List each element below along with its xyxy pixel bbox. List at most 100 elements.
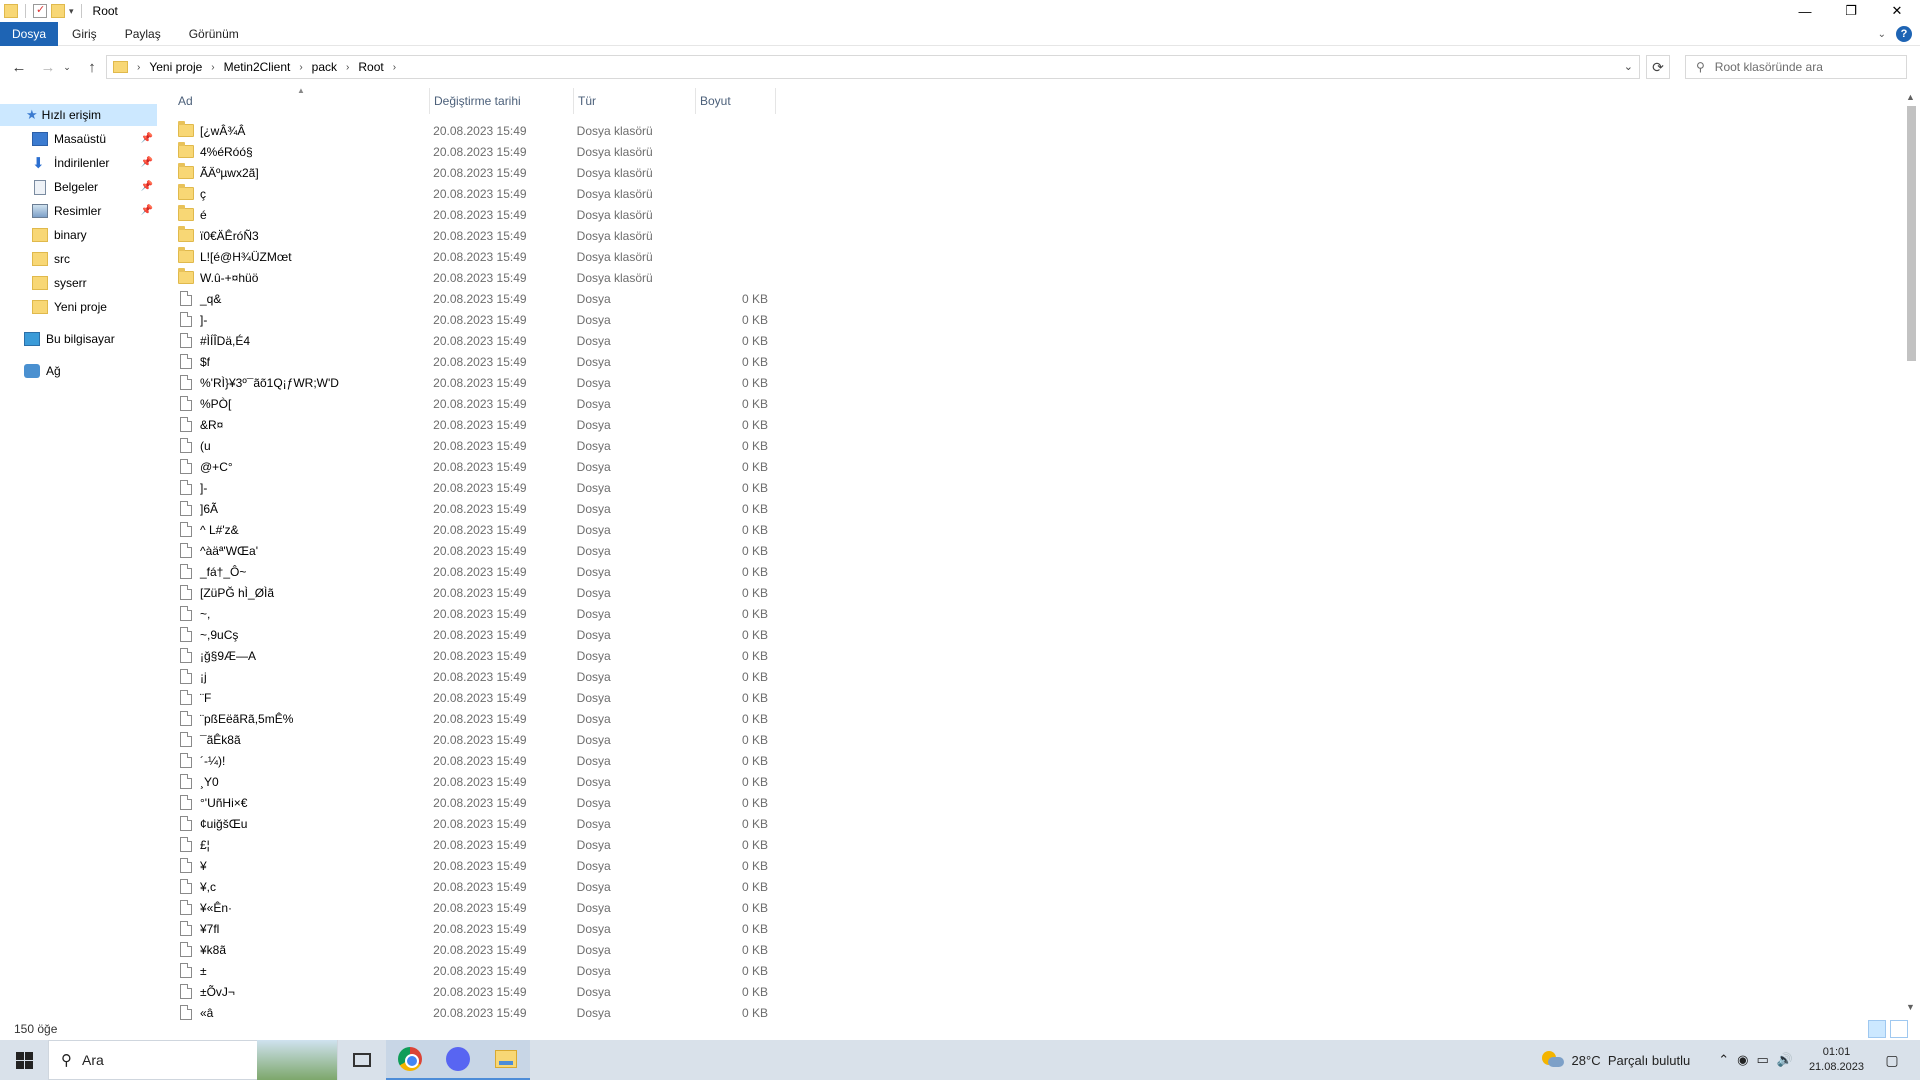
chevron-right-icon[interactable]: › xyxy=(393,62,396,73)
file-row[interactable]: ^ L#'z& 20.08.2023 15:49 Dosya 0 KB xyxy=(174,519,774,540)
tab-file[interactable]: Dosya xyxy=(0,21,59,46)
file-row[interactable]: ¥k8ã 20.08.2023 15:49 Dosya 0 KB xyxy=(174,939,774,960)
notification-center-icon[interactable]: ▢ xyxy=(1878,1052,1906,1069)
file-row[interactable]: (u 20.08.2023 15:49 Dosya 0 KB xyxy=(174,435,774,456)
column-type[interactable]: Tür xyxy=(574,88,696,114)
chevron-right-icon[interactable]: › xyxy=(211,62,214,73)
file-row[interactable]: ´-¼)! 20.08.2023 15:49 Dosya 0 KB xyxy=(174,750,774,771)
large-icons-view-button[interactable] xyxy=(1890,1020,1908,1038)
network-icon[interactable]: ▭ xyxy=(1756,1052,1768,1068)
weather-text[interactable]: 28°C Parçalı bulutlu xyxy=(1572,1053,1691,1068)
file-row[interactable]: ¥7fl 20.08.2023 15:49 Dosya 0 KB xyxy=(174,918,774,939)
tab-view[interactable]: Görünüm xyxy=(175,22,253,46)
tab-home[interactable]: Giriş xyxy=(58,22,111,46)
file-row[interactable]: ¨F 20.08.2023 15:49 Dosya 0 KB xyxy=(174,687,774,708)
file-row[interactable]: ±ÕvJ¬ 20.08.2023 15:49 Dosya 0 KB xyxy=(174,981,774,1002)
folder-row[interactable]: ï0€ÄÊróÑ3 20.08.2023 15:49 Dosya klasörü xyxy=(174,225,774,246)
restore-button[interactable]: ❐ xyxy=(1828,0,1874,22)
file-row[interactable]: [ZüPĞ hÌ_ØÌã 20.08.2023 15:49 Dosya 0 KB xyxy=(174,582,774,603)
expand-ribbon-icon[interactable]: ⌄ xyxy=(1878,29,1886,40)
folder-row[interactable]: 4%éRóó§ 20.08.2023 15:49 Dosya klasörü xyxy=(174,141,774,162)
file-row[interactable]: ]6Ã 20.08.2023 15:49 Dosya 0 KB xyxy=(174,498,774,519)
file-row[interactable]: ]- 20.08.2023 15:49 Dosya 0 KB xyxy=(174,309,774,330)
file-row[interactable]: _fá†_Ô~ 20.08.2023 15:49 Dosya 0 KB xyxy=(174,561,774,582)
customize-toolbar-icon[interactable]: ▾ xyxy=(69,6,74,17)
sidebar-item-desktop[interactable]: Masaüstü 📌 xyxy=(0,128,157,150)
file-row[interactable]: %PÒ[20.08.2023 15:49 Dosya 0 KB xyxy=(174,393,774,414)
file-row[interactable]: ¥,c 20.08.2023 15:49 Dosya 0 KB xyxy=(174,876,774,897)
file-row[interactable]: ~, 20.08.2023 15:49 Dosya 0 KB xyxy=(174,603,774,624)
folder-row[interactable]: ÃÄºµwx2ã] 20.08.2023 15:49 Dosya klasörü xyxy=(174,162,774,183)
help-icon[interactable]: ? xyxy=(1896,26,1912,42)
sidebar-item-network[interactable]: Ağ xyxy=(0,360,157,382)
address-bar[interactable]: › Yeni proje › Metin2Client › pack › Roo… xyxy=(106,55,1640,79)
sidebar-item-downloads[interactable]: ⬇ İndirilenler 📌 xyxy=(0,152,157,174)
folder-row[interactable]: ç 20.08.2023 15:49 Dosya klasörü xyxy=(174,183,774,204)
file-row[interactable]: £¦ 20.08.2023 15:49 Dosya 0 KB xyxy=(174,834,774,855)
weather-icon[interactable] xyxy=(1541,1051,1564,1069)
folder-row[interactable]: é 20.08.2023 15:49 Dosya klasörü xyxy=(174,204,774,225)
volume-icon[interactable]: 🔊 xyxy=(1777,1052,1793,1068)
sidebar-item-binary[interactable]: binary xyxy=(0,224,157,246)
webcam-icon[interactable]: ◉ xyxy=(1737,1052,1748,1068)
sidebar-item-yeni-proje[interactable]: Yeni proje xyxy=(0,296,157,318)
file-row[interactable]: ¡ğ§9Æ—A 20.08.2023 15:49 Dosya 0 KB xyxy=(174,645,774,666)
scroll-thumb[interactable] xyxy=(1907,106,1916,361)
file-row[interactable]: °'UñHi×€ 20.08.2023 15:49 Dosya 0 KB xyxy=(174,792,774,813)
clock[interactable]: 01:01 21.08.2023 xyxy=(1809,1045,1864,1075)
column-date[interactable]: Değiştirme tarihi xyxy=(430,88,574,114)
column-size[interactable]: Boyut xyxy=(696,88,776,114)
file-row[interactable]: ¡j 20.08.2023 15:49 Dosya 0 KB xyxy=(174,666,774,687)
breadcrumb-item[interactable]: Root xyxy=(358,60,383,74)
sidebar-item-pictures[interactable]: Resimler 📌 xyxy=(0,200,157,222)
file-row[interactable]: ¸Y0 20.08.2023 15:49 Dosya 0 KB xyxy=(174,771,774,792)
file-row[interactable]: $f 20.08.2023 15:49 Dosya 0 KB xyxy=(174,351,774,372)
folder-row[interactable]: [¿wÂ¾Â 20.08.2023 15:49 Dosya klasörü xyxy=(174,120,774,141)
file-row[interactable]: ¨pßEëãRã,5mÊ% 20.08.2023 15:49 Dosya 0 KB xyxy=(174,708,774,729)
breadcrumb-item[interactable]: pack xyxy=(312,60,337,74)
show-hidden-icons-icon[interactable]: ⌃ xyxy=(1718,1052,1729,1068)
details-view-button[interactable] xyxy=(1868,1020,1886,1038)
properties-icon[interactable]: ✓ xyxy=(33,4,47,18)
sidebar-item-this-pc[interactable]: Bu bilgisayar xyxy=(0,328,157,350)
chevron-right-icon[interactable]: › xyxy=(299,62,302,73)
sidebar-item-quick-access[interactable]: ★ Hızlı erişim xyxy=(0,104,157,126)
folder-row[interactable]: W.û-+¤hüö 20.08.2023 15:49 Dosya klasörü xyxy=(174,267,774,288)
address-dropdown-icon[interactable]: ⌄ xyxy=(1624,60,1633,73)
file-row[interactable]: #ÌÍÎDä,É4 20.08.2023 15:49 Dosya 0 KB xyxy=(174,330,774,351)
taskbar-discord[interactable] xyxy=(434,1040,482,1080)
start-button[interactable] xyxy=(0,1040,48,1080)
taskbar-chrome[interactable] xyxy=(386,1040,434,1080)
refresh-button[interactable]: ⟳ xyxy=(1646,55,1670,79)
vertical-scrollbar[interactable]: ▲ ▼ xyxy=(1903,88,1920,1018)
sidebar-item-syserr[interactable]: syserr xyxy=(0,272,157,294)
task-view-button[interactable] xyxy=(338,1040,386,1080)
tab-share[interactable]: Paylaş xyxy=(111,22,175,46)
file-row[interactable]: &R¤ 20.08.2023 15:49 Dosya 0 KB xyxy=(174,414,774,435)
file-row[interactable]: %'RÌ}¥3º¯ãõ1Q¡ƒWR;W'D 20.08.2023 15:49 Dos… xyxy=(174,372,774,393)
search-input[interactable]: ⚲ Root klasöründe ara xyxy=(1685,55,1907,79)
file-row[interactable]: ¯ãÊk8ã 20.08.2023 15:49 Dosya 0 KB xyxy=(174,729,774,750)
file-row[interactable]: ±20.08.2023 15:49 Dosya 0 KB xyxy=(174,960,774,981)
taskbar-search-input[interactable]: ⚲ Ara xyxy=(48,1040,338,1080)
file-row[interactable]: ¢uiğšŒu 20.08.2023 15:49 Dosya 0 KB xyxy=(174,813,774,834)
file-row[interactable]: _q& 20.08.2023 15:49 Dosya 0 KB xyxy=(174,288,774,309)
chevron-right-icon[interactable]: › xyxy=(346,62,349,73)
up-button[interactable]: ↑ xyxy=(80,55,104,79)
chevron-right-icon[interactable]: › xyxy=(137,62,140,73)
new-folder-icon[interactable] xyxy=(51,4,65,18)
breadcrumb-item[interactable]: Yeni proje xyxy=(149,60,202,74)
back-button[interactable]: ← xyxy=(7,55,31,79)
sidebar-item-src[interactable]: src xyxy=(0,248,157,270)
file-row[interactable]: ]- 20.08.2023 15:49 Dosya 0 KB xyxy=(174,477,774,498)
recent-locations-button[interactable]: ⌄ xyxy=(60,55,74,79)
folder-row[interactable]: L![é@H¾ÜZMœt 20.08.2023 15:49 Dosya klasör… xyxy=(174,246,774,267)
file-row[interactable]: @+C° 20.08.2023 15:49 Dosya 0 KB xyxy=(174,456,774,477)
close-button[interactable]: ✕ xyxy=(1874,0,1920,22)
scroll-up-icon[interactable]: ▲ xyxy=(1906,92,1915,102)
file-row[interactable]: ~,9uCş 20.08.2023 15:49 Dosya 0 KB xyxy=(174,624,774,645)
file-row[interactable]: ^àäª'WŒa' 20.08.2023 15:49 Dosya 0 KB xyxy=(174,540,774,561)
sidebar-item-documents[interactable]: Belgeler 📌 xyxy=(0,176,157,198)
forward-button[interactable]: → xyxy=(36,55,60,79)
file-row[interactable]: ¥20.08.2023 15:49 Dosya 0 KB xyxy=(174,855,774,876)
